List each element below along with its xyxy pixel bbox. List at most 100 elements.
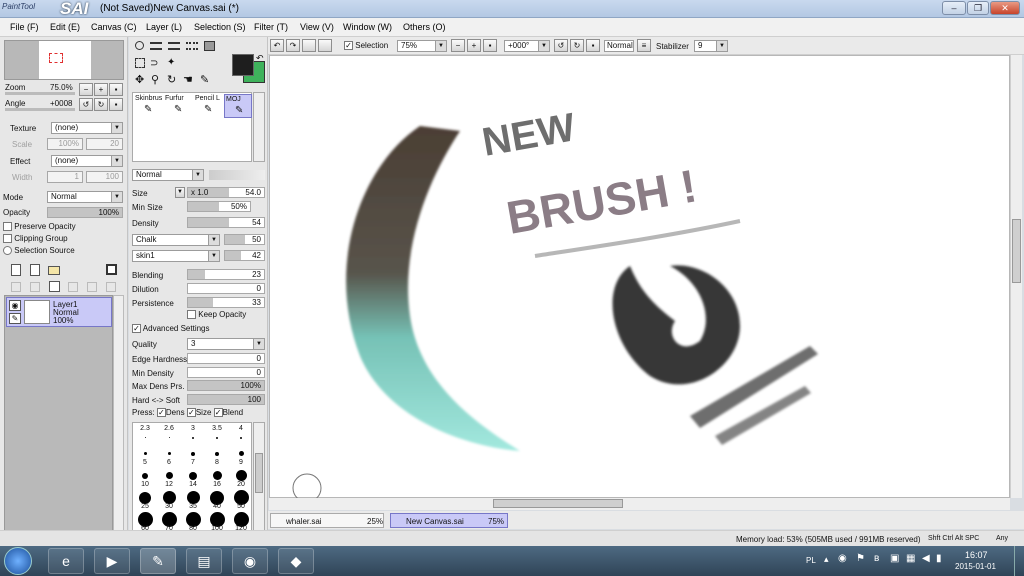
- texture-amount-field[interactable]: 20: [86, 138, 123, 150]
- ellipse-icon[interactable]: [135, 41, 144, 50]
- rotate-left-button[interactable]: ↺: [79, 98, 93, 111]
- chrome-icon[interactable]: ◉: [232, 548, 268, 574]
- navigator-preview[interactable]: [4, 40, 124, 80]
- invert-selection-button[interactable]: [318, 39, 332, 52]
- move-icon[interactable]: ✥: [135, 73, 144, 86]
- tray-flag-icon[interactable]: ⚑: [856, 553, 865, 564]
- persistence-slider[interactable]: 33: [187, 297, 265, 308]
- effect-select[interactable]: (none) ▼: [51, 155, 123, 167]
- max-dens-prs-slider[interactable]: 100%: [187, 380, 265, 391]
- brush-slot-skinbrus[interactable]: Skinbrus ✎: [134, 94, 163, 118]
- new-folder-icon[interactable]: [48, 266, 60, 275]
- swap-colors-icon[interactable]: ↶: [256, 53, 264, 64]
- menu-filter[interactable]: Filter (T): [254, 22, 288, 32]
- zoom-reset-button[interactable]: ▪: [109, 83, 123, 96]
- texture-select[interactable]: (none) ▼: [51, 122, 123, 134]
- layer-properties-icon[interactable]: [106, 282, 116, 292]
- merge-all-icon[interactable]: [87, 282, 97, 292]
- brush-size-cell[interactable]: 35: [181, 489, 205, 511]
- zoom-minus-button[interactable]: −: [451, 39, 465, 52]
- press-blend-checkbox[interactable]: ✓: [213, 408, 223, 418]
- brush-size-cell[interactable]: 40: [205, 489, 229, 511]
- density-slider[interactable]: 54: [187, 217, 265, 228]
- paint-tool-sai-icon[interactable]: ✎: [140, 548, 176, 574]
- tray-app-icon[interactable]: ◉: [838, 553, 847, 564]
- brush-shape-select[interactable]: Chalk ▼: [132, 234, 220, 246]
- fill-icon[interactable]: [204, 41, 215, 51]
- zoom-slider[interactable]: [5, 92, 75, 95]
- clock-date[interactable]: 2015-01-01: [955, 562, 996, 571]
- brush-size-cell[interactable]: 9: [229, 445, 253, 467]
- tray-arrow-icon[interactable]: ▴: [824, 554, 829, 565]
- align-dotted-icon[interactable]: [186, 42, 198, 50]
- brush-size-cell[interactable]: 50: [229, 489, 253, 511]
- menu-file[interactable]: File (F): [10, 22, 39, 32]
- media-player-icon[interactable]: ▶: [94, 548, 130, 574]
- fox-app-icon[interactable]: ◆: [278, 548, 314, 574]
- canvas-tab-new-canvas[interactable]: New Canvas.sai 75%: [390, 513, 508, 528]
- menu-window[interactable]: Window (W): [343, 22, 392, 32]
- brush-size-cell[interactable]: 30: [157, 489, 181, 511]
- brush-size-cell[interactable]: 5: [133, 445, 157, 467]
- brush-texture-select[interactable]: skin1 ▼: [132, 250, 220, 262]
- align-right-icon[interactable]: [168, 42, 180, 50]
- merge-down-icon[interactable]: [30, 282, 40, 292]
- deselect-button[interactable]: [302, 39, 316, 52]
- clipping-group-checkbox[interactable]: Clipping Group: [3, 234, 68, 244]
- brush-size-cell[interactable]: 6: [157, 445, 181, 467]
- menu-selection[interactable]: Selection (S): [194, 22, 246, 32]
- press-size-checkbox[interactable]: ✓: [186, 408, 196, 418]
- clear-layer-icon[interactable]: [49, 281, 60, 292]
- battery-icon[interactable]: ▮: [936, 553, 942, 564]
- rotate-right-button[interactable]: ↻: [94, 98, 108, 111]
- zoom-out-button[interactable]: −: [79, 83, 93, 96]
- effect-width-field[interactable]: 1: [47, 171, 83, 183]
- new-layer-icon[interactable]: [11, 264, 21, 276]
- angle-select[interactable]: +000° ▼: [504, 40, 550, 52]
- brush-size-cell[interactable]: 2.3: [133, 423, 157, 445]
- layer-list-scrollbar[interactable]: [113, 295, 124, 535]
- ie-icon[interactable]: e: [48, 548, 84, 574]
- brush-list-scrollbar[interactable]: [253, 92, 265, 162]
- preserve-opacity-checkbox[interactable]: Preserve Opacity: [3, 222, 76, 232]
- hard-soft-slider[interactable]: 100: [187, 394, 265, 405]
- brush-size-cell[interactable]: 20: [229, 467, 253, 489]
- menu-canvas[interactable]: Canvas (C): [91, 22, 137, 32]
- brush-size-scrollbar[interactable]: [253, 422, 265, 532]
- new-linework-layer-icon[interactable]: [30, 264, 40, 276]
- opacity-slider[interactable]: 100%: [47, 207, 123, 218]
- shape-strength-slider[interactable]: 50: [224, 234, 265, 245]
- eye-icon[interactable]: ◉: [9, 300, 21, 311]
- brush-size-cell[interactable]: 3.5: [205, 423, 229, 445]
- volume-icon[interactable]: ◀: [922, 553, 930, 564]
- brush-size-cell[interactable]: 3: [181, 423, 205, 445]
- selection-source-checkbox[interactable]: Selection Source: [3, 246, 75, 256]
- brush-slot-moj[interactable]: MOJ ✎: [224, 94, 252, 118]
- layer-row[interactable]: ◉ ✎ Layer1 Normal 100%: [6, 297, 112, 327]
- delete-layer-icon[interactable]: [68, 282, 78, 292]
- view-mode-select[interactable]: Normal: [604, 40, 634, 52]
- texture-strength-slider[interactable]: 42: [224, 250, 265, 261]
- brush-size-cell[interactable]: 16: [205, 467, 229, 489]
- transfer-down-icon[interactable]: [11, 282, 21, 292]
- press-dens-checkbox[interactable]: ✓: [156, 408, 166, 418]
- angle-slider[interactable]: [5, 108, 75, 111]
- zoom-select[interactable]: 75% ▼: [397, 40, 447, 52]
- restore-button[interactable]: ❐: [967, 1, 989, 15]
- primary-color-swatch[interactable]: [232, 54, 254, 76]
- dilution-slider[interactable]: 0: [187, 283, 265, 294]
- bluetooth-icon[interactable]: ʙ: [874, 553, 879, 564]
- texture-scale-field[interactable]: 100%: [47, 138, 83, 150]
- start-button[interactable]: [4, 547, 32, 575]
- rotate-reset-toolbar-button[interactable]: ▪: [586, 39, 600, 52]
- zoom-fit-button[interactable]: ▪: [483, 39, 497, 52]
- canvas[interactable]: NEW BRUSH !: [269, 55, 1010, 503]
- redo-button[interactable]: ↷: [286, 39, 300, 52]
- layer-mask-icon[interactable]: [106, 264, 117, 275]
- brush-size-cell[interactable]: 7: [181, 445, 205, 467]
- keep-opacity-checkbox[interactable]: Keep Opacity: [187, 310, 246, 320]
- brush-size-cell[interactable]: 12: [157, 467, 181, 489]
- blend-mode-select[interactable]: Normal ▼: [47, 191, 123, 203]
- brush-size-cell[interactable]: 10: [133, 467, 157, 489]
- rectangle-select-icon[interactable]: [135, 58, 145, 68]
